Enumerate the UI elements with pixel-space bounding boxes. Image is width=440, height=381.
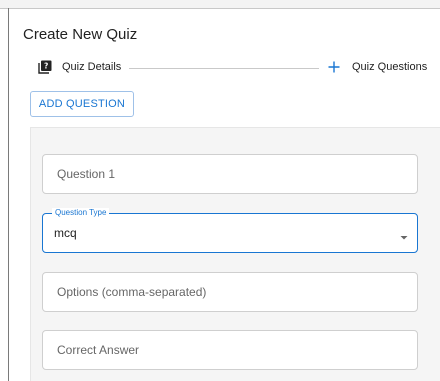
correct-answer-input-placeholder: Correct Answer	[57, 343, 140, 357]
question-type-value: mcq	[54, 226, 77, 240]
dialog-title: Create New Quiz	[23, 26, 138, 43]
question-input[interactable]: Question 1	[42, 154, 418, 194]
window-top-bar	[0, 0, 440, 8]
question-input-placeholder: Question 1	[57, 167, 116, 181]
step-quiz-questions-label: Quiz Questions	[352, 61, 428, 73]
add-question-button[interactable]: ADD QUESTION	[30, 91, 134, 117]
quiz-icon: ?	[38, 60, 52, 74]
svg-text:?: ?	[44, 62, 48, 71]
step-quiz-questions[interactable]: Quiz Questions	[327, 60, 427, 74]
step-quiz-details[interactable]: ? Quiz Details	[38, 60, 121, 74]
correct-answer-input[interactable]: Correct Answer	[42, 330, 418, 370]
step-connector	[129, 68, 319, 69]
options-input-placeholder: Options (comma-separated)	[57, 285, 207, 299]
options-input[interactable]: Options (comma-separated)	[42, 272, 418, 312]
chevron-down-icon	[399, 229, 409, 240]
plus-icon	[327, 60, 341, 74]
step-quiz-details-label: Quiz Details	[62, 61, 122, 73]
question-type-select[interactable]: Question Type mcq	[42, 208, 418, 253]
